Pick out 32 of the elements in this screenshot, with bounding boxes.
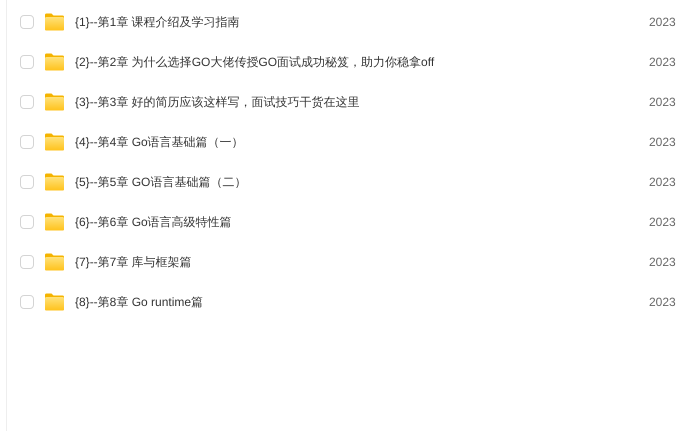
modified-date: 2023 [649,174,677,191]
folder-icon [44,293,65,311]
modified-date: 2023 [649,94,677,111]
folder-name[interactable]: {3}--第3章 好的简历应该这样写，面试技巧干货在这里 [75,93,360,111]
checkbox[interactable] [20,175,34,189]
folder-name[interactable]: {2}--第2章 为什么选择GO大佬传授GO面试成功秘笈，助力你稳拿off [75,53,434,71]
folder-name[interactable]: {5}--第5章 GO语言基础篇（二） [75,173,246,191]
folder-icon [44,253,65,271]
folder-icon [44,93,65,111]
checkbox[interactable] [20,15,34,29]
folder-name[interactable]: {6}--第6章 Go语言高级特性篇 [75,213,232,231]
folder-name[interactable]: {7}--第7章 库与框架篇 [75,253,192,271]
modified-date: 2023 [649,134,677,151]
folder-icon [44,133,65,151]
folder-icon [44,13,65,31]
checkbox[interactable] [20,55,34,69]
modified-date: 2023 [649,14,677,31]
folder-icon [44,53,65,71]
checkbox[interactable] [20,295,34,309]
folder-icon [44,173,65,191]
modified-date: 2023 [649,254,677,271]
folder-name[interactable]: {1}--第1章 课程介绍及学习指南 [75,13,240,31]
checkbox[interactable] [20,215,34,229]
modified-date: 2023 [649,294,677,311]
checkbox[interactable] [20,135,34,149]
folder-icon [44,213,65,231]
folder-name[interactable]: {8}--第8章 Go runtime篇 [75,293,204,311]
folder-name[interactable]: {4}--第4章 Go语言基础篇（一） [75,133,244,151]
checkbox[interactable] [20,95,34,109]
checkbox[interactable] [20,255,34,269]
modified-date: 2023 [649,214,677,231]
modified-date: 2023 [649,54,677,71]
